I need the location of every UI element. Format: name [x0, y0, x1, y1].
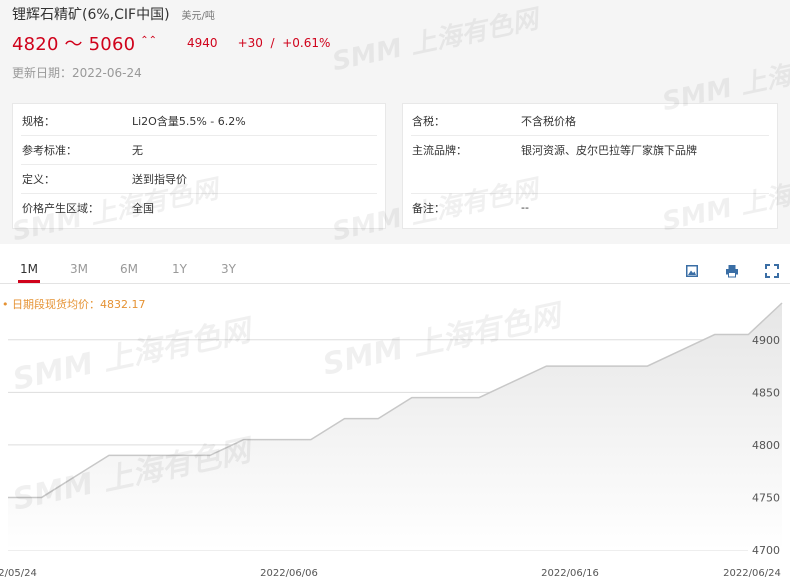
- spec-value: 银河资源、皮尔巴拉等厂家旗下品牌: [521, 143, 697, 157]
- y-tick-label: 4700: [752, 544, 780, 557]
- spec-row: 定义： 送到指导价: [13, 164, 385, 193]
- x-tick-label: 2022/05/24: [0, 568, 37, 579]
- spec-value: 送到指导价: [132, 172, 187, 186]
- title-row: 锂辉石精矿(6%,CIF中国) 美元/吨: [12, 4, 215, 24]
- range-tabs: 1M 3M 6M 1Y 3Y: [0, 256, 790, 284]
- spec-table-left: 规格： Li2O含量5.5% - 6.2% 参考标准： 无 定义： 送到指导价 …: [12, 103, 386, 229]
- image-icon[interactable]: [685, 264, 699, 278]
- y-tick-label: 4800: [752, 439, 780, 452]
- update-date-row: 更新日期：2022-06-24: [12, 64, 142, 81]
- y-tick-label: 4900: [752, 334, 780, 347]
- spec-table-right: 含税： 不含税价格 主流品牌： 银河资源、皮尔巴拉等厂家旗下品牌 备注： --: [402, 103, 778, 229]
- fullscreen-icon[interactable]: [765, 264, 779, 278]
- update-date-label: 更新日期：: [12, 66, 73, 80]
- active-tab-indicator: [18, 280, 40, 283]
- tab-6m[interactable]: 6M: [120, 262, 138, 276]
- print-icon[interactable]: [725, 264, 739, 278]
- spec-value: 无: [132, 143, 143, 157]
- spec-key: 备注：: [412, 201, 445, 215]
- tab-1m[interactable]: 1M: [20, 262, 38, 276]
- tab-3m[interactable]: 3M: [70, 262, 88, 276]
- spec-row: 主流品牌： 银河资源、皮尔巴拉等厂家旗下品牌: [403, 135, 777, 164]
- chart-legend: • 日期段现货均价：4832.17: [2, 296, 146, 312]
- spec-row: 参考标准： 无: [13, 135, 385, 164]
- spec-key: 含税：: [412, 114, 445, 128]
- spec-value: --: [521, 201, 529, 214]
- up-arrow-icon: ⌃⌃: [140, 34, 158, 46]
- spec-row: 备注： --: [403, 193, 777, 222]
- spec-value: Li2O含量5.5% - 6.2%: [132, 114, 246, 128]
- x-tick-label: 2022/06/06: [260, 568, 318, 579]
- price-change: +30 / +0.61%: [238, 36, 331, 50]
- x-tick-label: 2022/06/24: [723, 568, 781, 579]
- spec-key: 规格：: [22, 114, 55, 128]
- spec-row: 含税： 不含税价格: [403, 106, 777, 135]
- price-row: 4820 ～ 5060 ⌃⌃ 4940 +30 / +0.61%: [12, 30, 330, 56]
- tab-1y[interactable]: 1Y: [172, 262, 187, 276]
- tab-3y[interactable]: 3Y: [221, 262, 236, 276]
- page-title: 锂辉石精矿(6%,CIF中国): [12, 7, 170, 23]
- x-tick-label: 2022/06/16: [541, 568, 599, 579]
- spec-row: 规格： Li2O含量5.5% - 6.2%: [13, 106, 385, 135]
- y-tick-label: 4850: [752, 386, 780, 399]
- change-separator: /: [270, 36, 275, 50]
- update-date: 2022-06-24: [72, 66, 142, 80]
- price-unit: 美元/吨: [181, 11, 215, 22]
- price-chart: 4700 4750 4800 4850 4900 2022/05/24 2022/06/06…: [0, 302, 783, 579]
- spec-value: 不含税价格: [521, 114, 576, 128]
- spec-key: 定义：: [22, 172, 55, 186]
- spec-key: 参考标准：: [22, 143, 77, 157]
- legend-text: 日期段现货均价：4832.17: [12, 298, 146, 311]
- price-range: 4820 ～ 5060: [12, 34, 136, 55]
- price-summary-panel: 锂辉石精矿(6%,CIF中国) 美元/吨 4820 ～ 5060 ⌃⌃ 4940…: [0, 0, 790, 244]
- spec-key: 价格产生区域：: [22, 201, 99, 215]
- change-percent: +0.61%: [282, 36, 331, 50]
- average-price: 4940: [187, 36, 218, 50]
- change-value: +30: [237, 36, 263, 50]
- legend-dot-icon: •: [2, 298, 9, 311]
- spec-value: 全国: [132, 201, 154, 215]
- spec-key: 主流品牌：: [412, 143, 467, 157]
- spec-row: 价格产生区域： 全国: [13, 193, 385, 222]
- y-tick-label: 4750: [752, 491, 780, 504]
